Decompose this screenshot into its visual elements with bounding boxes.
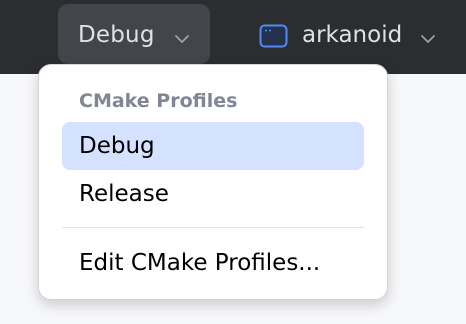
profile-item-label: Debug: [79, 133, 155, 159]
chevron-down-icon: [421, 35, 435, 43]
chevron-down-icon: [175, 35, 189, 43]
run-configuration-dropdown[interactable]: Debug: [58, 4, 210, 64]
profile-item-label: Release: [79, 181, 169, 207]
main-toolbar: Debug arkanoid: [0, 0, 466, 74]
edit-profiles-label: Edit CMake Profiles...: [79, 250, 321, 276]
run-configuration-label: Debug: [78, 22, 155, 48]
project-name: arkanoid: [302, 22, 403, 48]
edit-cmake-profiles-item[interactable]: Edit CMake Profiles...: [62, 239, 364, 287]
menu-separator: [62, 227, 364, 228]
project-window-icon: [259, 24, 288, 48]
project-selector[interactable]: arkanoid: [248, 4, 458, 64]
popup-header: CMake Profiles: [79, 90, 238, 112]
profile-item-debug[interactable]: Debug: [62, 122, 364, 170]
profile-item-release[interactable]: Release: [62, 170, 364, 218]
cmake-profiles-popup: CMake Profiles Debug Release Edit CMake …: [38, 64, 388, 300]
